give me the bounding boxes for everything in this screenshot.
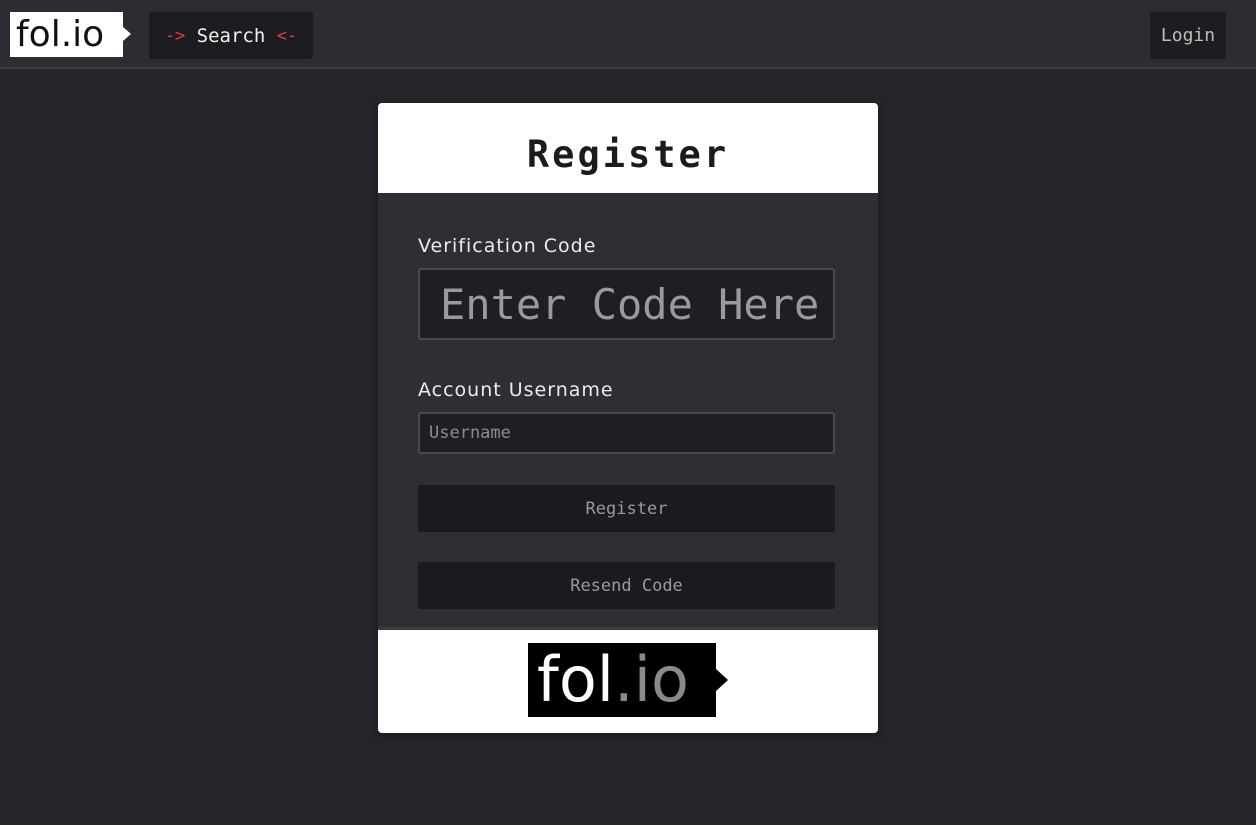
site-logo[interactable]: fol.io: [10, 12, 131, 57]
search-arrow-right: <-: [276, 25, 298, 46]
register-button[interactable]: Register: [418, 485, 835, 532]
footer-logo-main: fol: [537, 643, 614, 716]
register-card: Register Verification Code Account Usern…: [378, 103, 878, 733]
footer-logo-notch: [716, 669, 728, 691]
top-navbar: fol.io -> Search <- Login: [0, 0, 1256, 69]
card-footer: fol. io: [378, 630, 878, 733]
footer-logo-text: fol. io: [528, 643, 716, 717]
verification-code-input[interactable]: [418, 268, 835, 340]
search-button[interactable]: -> Search <-: [149, 12, 313, 59]
footer-logo-dot: .: [614, 643, 634, 716]
footer-logo-suffix: io: [633, 643, 689, 716]
card-title: Register: [378, 103, 878, 193]
username-label: Account Username: [418, 379, 614, 401]
register-form: Verification Code Account Username Regis…: [378, 193, 878, 630]
username-input[interactable]: [418, 412, 835, 454]
search-arrow-left: ->: [164, 25, 186, 46]
logo-notch: [123, 27, 131, 41]
resend-code-button[interactable]: Resend Code: [418, 562, 835, 609]
verification-code-label: Verification Code: [418, 235, 597, 257]
footer-logo: fol. io: [528, 643, 728, 717]
search-label: Search: [196, 24, 266, 47]
logo-text: fol.io: [10, 12, 123, 57]
login-button[interactable]: Login: [1150, 12, 1226, 59]
